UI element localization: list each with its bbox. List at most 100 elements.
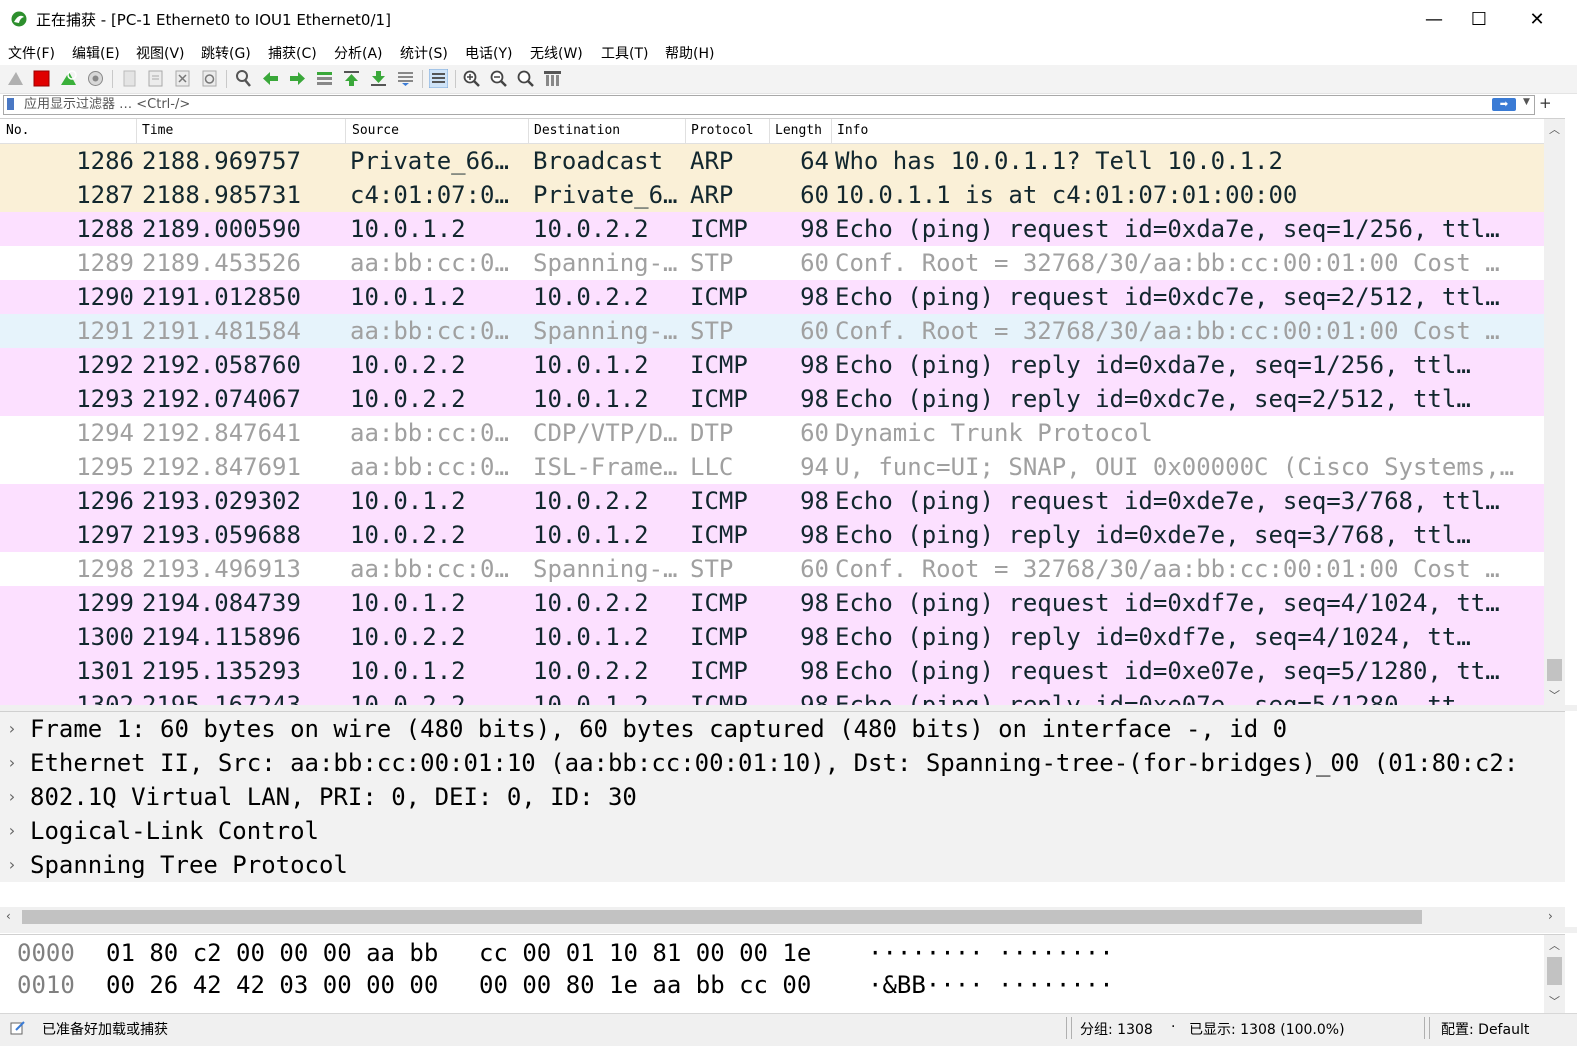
column-header-protocol[interactable]: Protocol bbox=[691, 123, 754, 138]
chevron-right-icon[interactable]: › bbox=[7, 746, 17, 780]
colorize-icon[interactable] bbox=[429, 69, 448, 88]
detail-row-frame[interactable]: › Frame 1: 60 bytes on wire (480 bits), … bbox=[0, 712, 1565, 746]
maximize-button[interactable]: ☐ bbox=[1450, 0, 1508, 38]
column-header-no[interactable]: No. bbox=[6, 123, 29, 138]
column-header-info[interactable]: Info bbox=[837, 123, 868, 138]
column-separator[interactable] bbox=[769, 119, 770, 143]
bytes-ascii[interactable]: ········ ········ bbox=[868, 937, 1114, 969]
stop-capture-icon[interactable] bbox=[32, 69, 51, 88]
scroll-down-icon[interactable]: ﹀ bbox=[1544, 993, 1565, 1009]
packet-row[interactable]: 1296 2193.029302 10.0.1.2 10.0.2.2 ICMP 98 Ech… bbox=[0, 484, 1545, 518]
go-last-icon[interactable] bbox=[369, 69, 388, 88]
normal-size-icon[interactable] bbox=[516, 69, 535, 88]
scroll-left-icon[interactable]: ‹ bbox=[6, 909, 11, 923]
detail-row-vlan[interactable]: › 802.1Q Virtual LAN, PRI: 0, DEI: 0, ID… bbox=[0, 780, 1565, 814]
scroll-up-icon[interactable]: ︿ bbox=[1544, 937, 1565, 953]
start-capture-icon[interactable] bbox=[6, 69, 25, 88]
restart-capture-icon[interactable] bbox=[59, 69, 78, 88]
display-filter-input[interactable] bbox=[24, 96, 1464, 113]
go-first-icon[interactable] bbox=[342, 69, 361, 88]
column-header-length[interactable]: Length bbox=[775, 123, 822, 138]
column-separator[interactable] bbox=[831, 119, 832, 143]
zoom-out-icon[interactable] bbox=[489, 69, 508, 88]
chevron-right-icon[interactable]: › bbox=[7, 848, 17, 882]
reload-file-icon[interactable] bbox=[200, 69, 219, 88]
column-separator[interactable] bbox=[345, 119, 346, 143]
packet-row[interactable]: 1301 2195.135293 10.0.1.2 10.0.2.2 ICMP 98 Ech… bbox=[0, 654, 1545, 688]
packet-row[interactable]: 1300 2194.115896 10.0.2.2 10.0.1.2 ICMP 98 Ech… bbox=[0, 620, 1545, 654]
menu-wireless[interactable]: 无线(W) bbox=[530, 43, 583, 63]
scrollbar-thumb[interactable] bbox=[22, 910, 1422, 924]
chevron-right-icon[interactable]: › bbox=[7, 780, 17, 814]
scrollbar-thumb[interactable] bbox=[1547, 659, 1562, 681]
chevron-down-icon[interactable]: ▼ bbox=[1523, 97, 1530, 107]
bookmark-icon[interactable] bbox=[7, 98, 14, 110]
column-header-source[interactable]: Source bbox=[352, 123, 399, 138]
packet-row[interactable]: 1293 2192.074067 10.0.2.2 10.0.1.2 ICMP 98 Ech… bbox=[0, 382, 1545, 416]
scroll-down-icon[interactable]: ﹀ bbox=[1544, 687, 1565, 703]
detail-row-stp[interactable]: › Spanning Tree Protocol bbox=[0, 848, 1565, 882]
packet-row[interactable]: 1287 2188.985731 c4:01:07:0… Private_6… ARP 6… bbox=[0, 178, 1545, 212]
bytes-hex[interactable]: cc 00 01 10 81 00 00 1e bbox=[479, 937, 811, 969]
open-file-icon[interactable] bbox=[120, 69, 139, 88]
chevron-right-icon[interactable]: › bbox=[7, 814, 17, 848]
packet-row[interactable]: 1297 2193.059688 10.0.2.2 10.0.1.2 ICMP 98 Ech… bbox=[0, 518, 1545, 552]
bytes-hex[interactable]: 00 26 42 42 03 00 00 00 bbox=[106, 969, 438, 1001]
capture-options-icon[interactable] bbox=[86, 69, 105, 88]
apply-arrow-icon[interactable]: ➡ bbox=[1492, 98, 1516, 111]
go-forward-icon[interactable] bbox=[288, 69, 307, 88]
menu-telephony[interactable]: 电话(Y) bbox=[465, 43, 512, 63]
packet-row[interactable]: 1291 2191.481584 aa:bb:cc:0… Spanning-… STP 6… bbox=[0, 314, 1545, 348]
menu-analyze[interactable]: 分析(A) bbox=[334, 43, 383, 63]
packet-row[interactable]: 1286 2188.969757 Private_66… Broadcast ARP 64… bbox=[0, 144, 1545, 178]
menu-statistics[interactable]: 统计(S) bbox=[400, 43, 448, 63]
packet-row[interactable]: 1290 2191.012850 10.0.1.2 10.0.2.2 ICMP 98 Ech… bbox=[0, 280, 1545, 314]
menu-view[interactable]: 视图(V) bbox=[136, 43, 185, 63]
bytes-hex[interactable]: 00 00 80 1e aa bb cc 00 bbox=[479, 969, 811, 1001]
auto-scroll-icon[interactable] bbox=[396, 69, 415, 88]
add-filter-button[interactable]: + bbox=[1539, 94, 1552, 112]
go-back-icon[interactable] bbox=[261, 69, 280, 88]
close-file-icon[interactable] bbox=[173, 69, 192, 88]
packet-row[interactable]: 1302 2195.167243 10.0.2.2 10.0.1.2 ICMP 98 Ech… bbox=[0, 688, 1545, 706]
resize-columns-icon[interactable] bbox=[543, 69, 562, 88]
scroll-up-icon[interactable]: ︿ bbox=[1544, 121, 1565, 137]
packet-list-scrollbar[interactable]: ︿ ﹀ bbox=[1544, 119, 1565, 706]
scroll-right-icon[interactable]: › bbox=[1548, 909, 1553, 923]
menu-capture[interactable]: 捕获(C) bbox=[268, 43, 317, 63]
chevron-right-icon[interactable]: › bbox=[7, 712, 17, 746]
bytes-hex[interactable]: 01 80 c2 00 00 00 aa bb bbox=[106, 937, 438, 969]
packet-row[interactable]: 1288 2189.000590 10.0.1.2 10.0.2.2 ICMP 98 Ech… bbox=[0, 212, 1545, 246]
packet-row[interactable]: 1289 2189.453526 aa:bb:cc:0… Spanning-… STP 6… bbox=[0, 246, 1545, 280]
column-separator[interactable] bbox=[136, 119, 137, 143]
column-header-time[interactable]: Time bbox=[142, 123, 173, 138]
menu-go[interactable]: 跳转(G) bbox=[201, 43, 251, 63]
menu-edit[interactable]: 编辑(E) bbox=[72, 43, 120, 63]
scrollbar-thumb[interactable] bbox=[1547, 957, 1562, 985]
bytes-scrollbar[interactable]: ︿ ﹀ bbox=[1544, 935, 1565, 1013]
zoom-in-icon[interactable] bbox=[462, 69, 481, 88]
packet-row[interactable]: 1298 2193.496913 aa:bb:cc:0… Spanning-… STP 6… bbox=[0, 552, 1545, 586]
pane-splitter[interactable] bbox=[0, 927, 1577, 933]
save-file-icon[interactable] bbox=[146, 69, 165, 88]
column-separator[interactable] bbox=[528, 119, 529, 143]
detail-row-ethernet[interactable]: › Ethernet II, Src: aa:bb:cc:00:01:10 (a… bbox=[0, 746, 1565, 780]
packet-row[interactable]: 1299 2194.084739 10.0.1.2 10.0.2.2 ICMP 98 Ech… bbox=[0, 586, 1545, 620]
detail-row-llc[interactable]: › Logical-Link Control bbox=[0, 814, 1565, 848]
bytes-ascii[interactable]: ·&BB···· ········ bbox=[868, 969, 1114, 1001]
close-button[interactable]: ✕ bbox=[1508, 0, 1566, 38]
menu-file[interactable]: 文件(F) bbox=[8, 43, 55, 63]
go-to-packet-icon[interactable] bbox=[315, 69, 334, 88]
menu-help[interactable]: 帮助(H) bbox=[665, 43, 714, 63]
find-packet-icon[interactable] bbox=[234, 69, 253, 88]
menu-tools[interactable]: 工具(T) bbox=[601, 43, 648, 63]
column-separator[interactable] bbox=[685, 119, 686, 143]
details-horizontal-scrollbar[interactable]: ‹ › bbox=[0, 907, 1565, 927]
expert-info-icon[interactable] bbox=[10, 1020, 26, 1036]
status-profile[interactable]: 配置: Default bbox=[1441, 1019, 1529, 1039]
cell-destination: 10.0.1.2 bbox=[533, 385, 649, 413]
column-header-destination[interactable]: Destination bbox=[534, 123, 620, 138]
packet-row[interactable]: 1292 2192.058760 10.0.2.2 10.0.1.2 ICMP 98 Ech… bbox=[0, 348, 1545, 382]
packet-row[interactable]: 1295 2192.847691 aa:bb:cc:0… ISL-Frame… LLC 9… bbox=[0, 450, 1545, 484]
packet-row[interactable]: 1294 2192.847641 aa:bb:cc:0… CDP/VTP/D… DTP 6… bbox=[0, 416, 1545, 450]
